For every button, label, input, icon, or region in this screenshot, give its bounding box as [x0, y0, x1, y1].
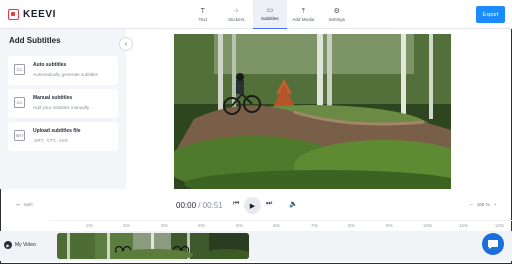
ruler-tick: 20s — [123, 223, 130, 228]
chat-icon — [488, 240, 498, 249]
upload-subtitles-option[interactable]: SRT Upload subtitles file .SRT, .VTT, .A… — [8, 122, 118, 151]
tab-label: Text — [198, 16, 207, 22]
manual-subtitles-icon: CC — [14, 97, 25, 108]
time-display: 00:00 / 00:51 — [176, 201, 223, 210]
tab-label: Stickers — [228, 16, 245, 22]
tab-subtitles[interactable]: ▭ Subtitles — [253, 0, 287, 29]
ruler-tick: 60s — [273, 223, 280, 228]
ruler-tick: 110s — [459, 223, 468, 228]
ruler-tick: 70s — [311, 223, 318, 228]
subtitles-panel: Add Subtitles CC Auto subtitles Automati… — [0, 29, 126, 189]
video-clip[interactable] — [57, 233, 249, 259]
player-controls: ⟛ Split 00:00 / 00:51 ⏮ ▶ ⏭ 🔈 − 100 % + — [0, 196, 512, 216]
split-icon: ⟛ — [16, 203, 21, 208]
play-button[interactable]: ▶ — [244, 197, 261, 214]
chat-support-button[interactable] — [482, 233, 504, 255]
chevron-left-icon: ‹ — [124, 40, 128, 48]
collapse-panel-button[interactable]: ‹ — [119, 37, 133, 51]
logo-icon — [8, 9, 19, 20]
editor-nav: T Text ⁘ Stickers ▭ Subtitles ⤒ Add Medi… — [186, 0, 354, 29]
volume-icon[interactable]: 🔈 — [289, 200, 298, 208]
zoom-control: − 100 % + — [470, 202, 496, 207]
option-title: Manual subtitles — [33, 95, 73, 101]
tab-label: Subtitles — [260, 16, 279, 21]
ruler-tick: 50s — [236, 223, 243, 228]
ruler-tick: 10s — [86, 223, 93, 228]
logo[interactable]: KEEVI — [8, 8, 56, 21]
text-icon: T — [200, 7, 205, 15]
tab-label: Settings — [328, 16, 346, 22]
ruler-tick: 80s — [348, 223, 355, 228]
ruler-tick: 90s — [386, 223, 393, 228]
tab-settings[interactable]: ⚙ Settings — [320, 0, 354, 29]
play-icon: ▶ — [249, 202, 256, 210]
track-label[interactable]: ▶ My Video — [4, 241, 36, 249]
manual-subtitles-option[interactable]: CC Manual subtitles Add your subtitles m… — [8, 89, 118, 118]
video-preview[interactable] — [174, 34, 451, 189]
panel-title: Add Subtitles — [9, 36, 61, 45]
split-button[interactable]: ⟛ Split — [16, 202, 33, 209]
tab-add-media[interactable]: ⤒ Add Media — [287, 0, 321, 29]
option-description: .SRT, .VTT, .ASS — [33, 138, 68, 143]
export-button[interactable]: Export — [476, 6, 505, 23]
ruler-tick: 120s — [495, 223, 505, 228]
option-description: Automatically generate subtitles — [33, 72, 98, 77]
clip-thumbnails — [57, 233, 249, 259]
subtitles-icon: ▭ — [266, 7, 274, 14]
timeline-ruler[interactable]: 10s 20s 30s 40s 50s 60s 70s 80s 90s 100s… — [50, 220, 512, 230]
split-label: Split — [23, 202, 33, 208]
current-time: 00:00 — [176, 201, 197, 210]
auto-subtitles-option[interactable]: CC Auto subtitles Automatically generate… — [8, 56, 118, 85]
track-name: My Video — [15, 242, 36, 248]
time-separator: / — [196, 201, 203, 210]
tab-stickers[interactable]: ⁘ Stickers — [220, 0, 254, 29]
upload-icon: ⤒ — [301, 7, 305, 15]
total-time: 00:51 — [202, 201, 223, 210]
option-description: Add your subtitles manually — [33, 105, 90, 110]
skip-back-icon[interactable]: ⏮ — [233, 200, 239, 208]
option-title: Auto subtitles — [33, 62, 67, 68]
tab-text[interactable]: T Text — [186, 0, 220, 29]
skip-forward-icon[interactable]: ⏭ — [266, 200, 272, 208]
file-icon: SRT — [14, 130, 25, 141]
tab-label: Add Media — [292, 16, 315, 22]
gear-icon: ⚙ — [333, 7, 340, 15]
stickers-icon: ⁘ — [233, 7, 240, 15]
auto-subtitles-icon: CC — [14, 64, 25, 75]
brand-name: KEEVI — [23, 9, 57, 20]
top-bar: KEEVI T Text ⁘ Stickers ▭ Subtitles ⤒ Ad… — [0, 0, 512, 29]
forest-scene — [174, 34, 451, 189]
option-title: Upload subtitles file — [33, 128, 81, 134]
zoom-out-icon[interactable]: − — [470, 202, 473, 207]
zoom-level: 100 % — [476, 202, 490, 207]
ruler-tick: 40s — [198, 223, 205, 228]
ruler-tick: 100s — [423, 223, 433, 228]
ruler-tick: 30s — [161, 223, 168, 228]
zoom-in-icon[interactable]: + — [494, 202, 497, 207]
track-play-icon[interactable]: ▶ — [4, 241, 12, 249]
